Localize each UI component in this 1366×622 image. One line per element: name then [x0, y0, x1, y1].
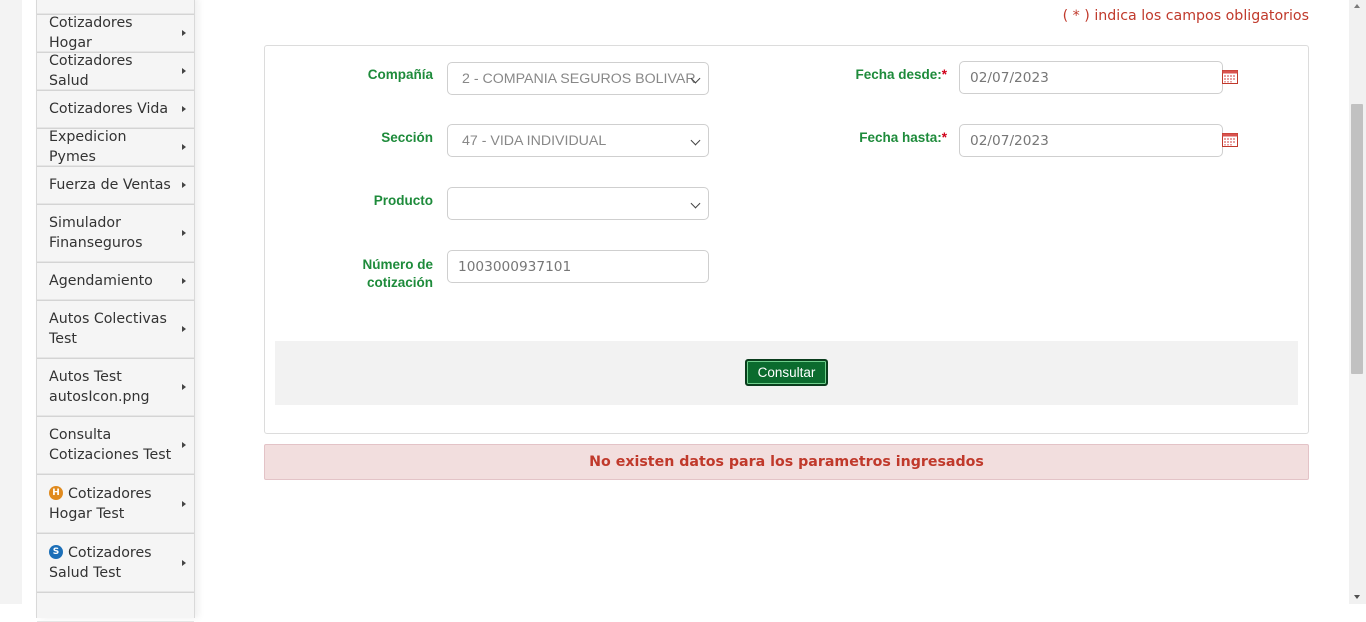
seccion-select[interactable]: 47 - VIDA INDIVIDUAL	[447, 124, 709, 157]
fecha-desde-label-text: Fecha desde:	[855, 67, 942, 82]
producto-label-text: Producto	[373, 193, 433, 208]
compania-select-value: 2 - COMPANIA SEGUROS BOLIVAR	[462, 70, 696, 87]
sidebar-item-partial-bottom[interactable]	[37, 592, 194, 622]
sidebar-menu: Cotizadores Hogar Cotizadores Salud Coti…	[36, 0, 195, 622]
sidebar-item-label: Cotizadores Salud	[49, 53, 133, 89]
sidebar-item-label: Cotizadores Vida	[49, 101, 169, 117]
sidebar-item-consulta-cotizaciones-test[interactable]: Consulta Cotizaciones Test	[37, 416, 194, 474]
chevron-right-icon	[182, 106, 186, 112]
calendar-icon[interactable]	[1222, 133, 1238, 147]
sidebar-item-cotizadores-salud-test[interactable]: S Cotizadores Salud Test	[37, 533, 194, 592]
fecha-hasta-label-text: Fecha hasta:	[859, 130, 942, 145]
numero-cotizacion-value: 1003000937101	[458, 258, 572, 275]
producto-label: Producto	[325, 193, 433, 208]
calendar-icon[interactable]	[1222, 70, 1238, 84]
sidebar-item-autos-test[interactable]: Autos Test autosIcon.png	[37, 358, 194, 416]
fecha-desde-label: Fecha desde:*	[805, 67, 947, 82]
sidebar-item-partial-top[interactable]	[37, 0, 194, 14]
compania-label-text: Compañía	[367, 67, 433, 82]
sidebar-item-cotizadores-hogar-test[interactable]: H Cotizadores Hogar Test	[37, 474, 194, 533]
sidebar-item-label: Cotizadores Hogar Test	[49, 485, 152, 522]
search-form-panel: Compañía 2 - COMPANIA SEGUROS BOLIVAR Se…	[264, 45, 1309, 434]
scroll-down-arrow-icon[interactable]	[1354, 595, 1360, 599]
chevron-down-icon	[690, 198, 701, 209]
required-star: *	[941, 130, 947, 145]
numero-cotizacion-label-line1: Número de	[362, 257, 433, 272]
seccion-select-value: 47 - VIDA INDIVIDUAL	[462, 132, 607, 149]
chevron-right-icon	[182, 559, 186, 566]
sidebar-item-label: Expedicion Pymes	[49, 129, 127, 165]
no-results-alert: No existen datos para los parametros ing…	[264, 444, 1309, 480]
sidebar-item-label: Cotizadores Salud Test	[49, 544, 152, 581]
fecha-hasta-value: 02/07/2023	[970, 132, 1049, 149]
sidebar-item-label: Autos Test autosIcon.png	[49, 369, 150, 405]
sidebar-item-autos-colectivas-test[interactable]: Autos Colectivas Test	[37, 300, 194, 358]
form-action-bar: Consultar	[275, 341, 1298, 405]
hogar-badge-icon: H	[49, 485, 63, 500]
sidebar-item-cotizadores-salud[interactable]: Cotizadores Salud	[37, 52, 194, 90]
chevron-right-icon	[182, 500, 186, 507]
chevron-right-icon	[182, 68, 186, 74]
seccion-label-text: Sección	[381, 130, 433, 145]
consultar-button[interactable]: Consultar	[745, 359, 828, 386]
sidebar-item-fuerza-de-ventas[interactable]: Fuerza de Ventas	[37, 166, 194, 204]
chevron-right-icon	[182, 384, 186, 390]
chevron-right-icon	[182, 230, 186, 236]
numero-cotizacion-input[interactable]: 1003000937101	[447, 250, 709, 283]
sidebar-item-agendamiento[interactable]: Agendamiento	[37, 262, 194, 300]
salud-badge-icon: S	[49, 544, 63, 559]
sidebar-item-label: Agendamiento	[49, 273, 153, 289]
chevron-right-icon	[182, 326, 186, 332]
required-star: *	[941, 67, 947, 82]
sidebar-item-label: Fuerza de Ventas	[49, 177, 171, 193]
numero-cotizacion-label-line2: cotización	[366, 275, 433, 290]
sidebar-item-label: Cotizadores Hogar	[49, 15, 133, 51]
sidebar-item-label: Autos Colectivas Test	[49, 311, 167, 347]
sidebar-item-cotizadores-hogar[interactable]: Cotizadores Hogar	[37, 14, 194, 52]
chevron-right-icon	[182, 182, 186, 188]
sidebar-item-label: Consulta Cotizaciones Test	[49, 427, 172, 463]
numero-cotizacion-label: Número de cotización	[325, 256, 433, 292]
chevron-right-icon	[182, 144, 186, 150]
fecha-hasta-label: Fecha hasta:*	[805, 130, 947, 145]
chevron-right-icon	[182, 278, 186, 284]
compania-label: Compañía	[325, 67, 433, 82]
sidebar-item-simulador-finanseguros[interactable]: Simulador Finanseguros	[37, 204, 194, 262]
scroll-up-arrow-icon[interactable]	[1354, 4, 1360, 8]
page-left-gutter	[0, 0, 22, 604]
sidebar-item-cotizadores-vida[interactable]: Cotizadores Vida	[37, 90, 194, 128]
fecha-hasta-input[interactable]: 02/07/2023	[959, 124, 1223, 157]
page-scrollbar[interactable]	[1349, 0, 1366, 604]
sidebar-item-content: H Cotizadores Hogar Test	[49, 484, 174, 524]
scrollbar-thumb[interactable]	[1351, 104, 1363, 374]
producto-select[interactable]	[447, 187, 709, 220]
fecha-desde-input[interactable]: 02/07/2023	[959, 61, 1223, 94]
sidebar-item-label: Simulador Finanseguros	[49, 215, 143, 251]
fecha-desde-value: 02/07/2023	[970, 69, 1049, 86]
chevron-down-icon	[690, 135, 701, 146]
sidebar-item-content: S Cotizadores Salud Test	[49, 543, 174, 583]
chevron-right-icon	[182, 30, 186, 36]
seccion-label: Sección	[325, 130, 433, 145]
no-results-message: No existen datos para los parametros ing…	[589, 454, 984, 470]
compania-select[interactable]: 2 - COMPANIA SEGUROS BOLIVAR	[447, 62, 709, 95]
required-fields-note: ( * ) indica los campos obligatorios	[1062, 8, 1309, 24]
chevron-right-icon	[182, 442, 186, 448]
sidebar-item-expedicion-pymes[interactable]: Expedicion Pymes	[37, 128, 194, 166]
